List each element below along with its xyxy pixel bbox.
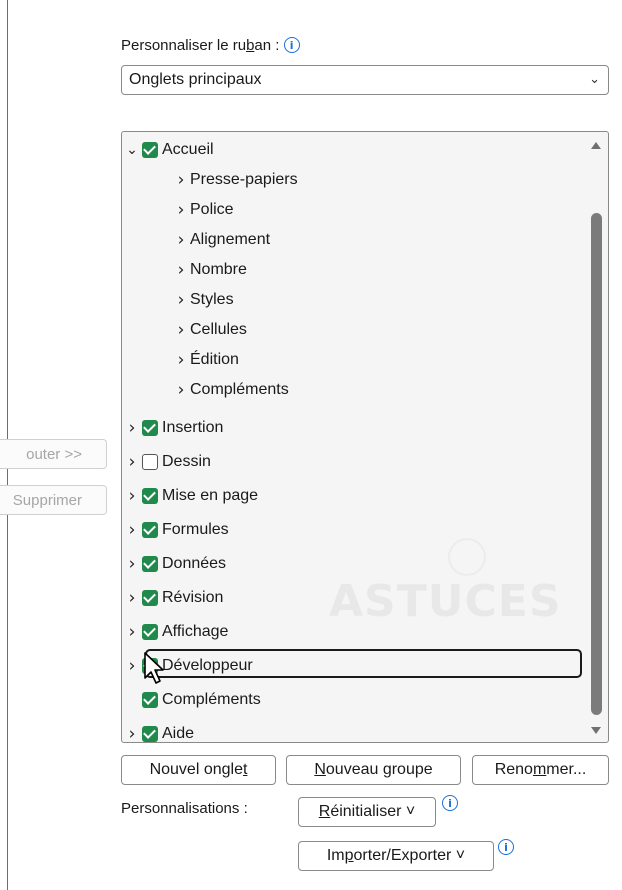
chevron-right-icon[interactable]: › — [174, 260, 188, 280]
tree-item-label: Cellules — [190, 321, 247, 338]
chevron-right-icon[interactable]: › — [125, 452, 139, 472]
checkbox[interactable] — [142, 624, 158, 640]
info-icon[interactable]: i — [442, 795, 458, 811]
tree-item-label: Alignement — [190, 231, 271, 248]
tree-item-label: Nombre — [190, 261, 247, 278]
tree-item-label: Compléments — [162, 691, 261, 708]
ribbon-tree[interactable]: ASTUCES ⌄ Accueil › Presse-papiers › Police… — [121, 131, 609, 743]
ribbon-label: Personnaliser le ruban : i — [121, 37, 300, 54]
tree-tab-item[interactable]: › Données — [125, 549, 226, 579]
tree-group-item[interactable]: › Compléments — [174, 375, 289, 405]
tree-item-label: Aide — [162, 725, 195, 742]
checkbox[interactable] — [142, 726, 158, 742]
tree-item-label: Édition — [190, 351, 239, 368]
checkbox[interactable] — [142, 556, 158, 572]
chevron-right-icon[interactable]: › — [125, 520, 139, 540]
import-export-button[interactable]: Im p orter/Exporter ˅ — [298, 841, 494, 871]
scrollbar[interactable] — [586, 132, 608, 742]
chevron-right-icon[interactable]: › — [125, 588, 139, 608]
chevron-right-icon[interactable]: › — [125, 622, 139, 642]
chevron-right-icon[interactable]: › — [125, 656, 139, 676]
checkbox[interactable] — [142, 420, 158, 436]
tree-tab-item[interactable]: ›Compléments — [125, 685, 261, 715]
mouse-pointer-icon — [144, 652, 164, 684]
tree-group-item[interactable]: › Presse-papiers — [174, 165, 298, 195]
remove-button[interactable]: Supprimer — [0, 485, 107, 515]
tree-item-label: Dessin — [162, 453, 211, 470]
tree-item-accueil[interactable]: ⌄ Accueil — [125, 135, 214, 165]
chevron-down-icon: ˅ — [405, 803, 416, 820]
checkbox[interactable] — [142, 454, 158, 470]
checkbox-accueil[interactable] — [142, 142, 158, 158]
scroll-down-arrow-icon[interactable] — [591, 727, 601, 734]
ribbon-select-value: Onglets principaux — [129, 71, 262, 88]
tree-tab-item[interactable]: › Révision — [125, 583, 224, 613]
checkbox[interactable] — [142, 692, 158, 708]
tree-group-item[interactable]: › Édition — [174, 345, 239, 375]
tree-tab-item[interactable]: › Mise en page — [125, 481, 258, 511]
chevron-right-icon[interactable]: › — [174, 170, 188, 190]
customizations-label: Personnalisations : — [121, 800, 248, 817]
chevron-down-icon: ˅ — [455, 847, 466, 864]
tree-item-label: Insertion — [162, 419, 224, 436]
tree-tab-item[interactable]: › Aide — [125, 719, 195, 742]
tree-tab-item[interactable]: › Affichage — [125, 617, 229, 647]
tree-group-item[interactable]: › Nombre — [174, 255, 247, 285]
ribbon-select[interactable]: Onglets principaux ⌄ — [121, 65, 609, 95]
chevron-right-icon[interactable]: › — [174, 350, 188, 370]
info-icon[interactable]: i — [498, 839, 514, 855]
tree-item-label: Mise en page — [162, 487, 259, 504]
info-icon[interactable]: i — [283, 37, 300, 53]
reset-button[interactable]: Réinitialiser ˅ — [298, 797, 436, 827]
chevron-down-icon: ⌄ — [589, 71, 600, 86]
chevron-right-icon[interactable]: › — [174, 290, 188, 310]
focus-outline — [145, 649, 582, 678]
tree-item-label: Données — [162, 555, 227, 572]
chevron-right-icon[interactable]: › — [174, 380, 188, 400]
tree-item-label: Accueil — [162, 141, 214, 158]
add-button[interactable]: outer >> — [0, 439, 107, 469]
tree-item-label: Révision — [162, 589, 224, 606]
rename-button[interactable]: Reno m mer... — [472, 755, 609, 785]
checkbox[interactable] — [142, 590, 158, 606]
chevron-right-icon[interactable]: › — [125, 724, 139, 742]
checkbox[interactable] — [142, 488, 158, 504]
scroll-up-arrow-icon[interactable] — [591, 142, 601, 149]
chevron-right-icon[interactable]: › — [174, 230, 188, 250]
chevron-right-icon[interactable]: › — [125, 418, 139, 438]
tree-item-label: Police — [190, 201, 234, 218]
tree-item-label: Formules — [162, 521, 229, 538]
tree-item-label: Styles — [190, 291, 234, 308]
chevron-right-icon[interactable]: › — [174, 320, 188, 340]
watermark: ASTUCES — [329, 576, 562, 627]
tree-group-item[interactable]: › Alignement — [174, 225, 270, 255]
chevron-right-icon[interactable]: › — [174, 200, 188, 220]
chevron-right-icon[interactable]: › — [125, 554, 139, 574]
new-group-button[interactable]: Nouveau groupe — [286, 755, 461, 785]
chevron-right-icon[interactable]: › — [125, 486, 139, 506]
scrollbar-thumb[interactable] — [591, 213, 602, 715]
tree-group-item[interactable]: › Police — [174, 195, 234, 225]
watermark-sun — [448, 538, 486, 576]
tree-group-item[interactable]: › Styles — [174, 285, 234, 315]
tree-item-label: Affichage — [162, 623, 229, 640]
tree-item-label: Presse-papiers — [190, 171, 298, 188]
tree-group-item[interactable]: › Cellules — [174, 315, 247, 345]
tree-item-label: Compléments — [190, 381, 289, 398]
tree-tab-item[interactable]: › Formules — [125, 515, 229, 545]
new-tab-button[interactable]: Nouvel ongle t — [121, 755, 276, 785]
checkbox[interactable] — [142, 522, 158, 538]
tree-tab-item[interactable]: › Dessin — [125, 447, 211, 477]
tree-tab-item[interactable]: › Insertion — [125, 413, 224, 443]
chevron-down-icon[interactable]: ⌄ — [125, 142, 139, 158]
